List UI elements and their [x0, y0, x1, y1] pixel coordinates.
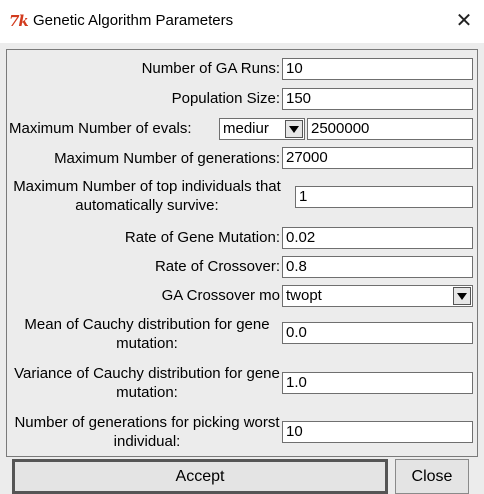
close-icon[interactable]: ✕ — [452, 8, 476, 32]
cauchy-variance-label: Variance of Cauchy distribution for gene… — [14, 365, 280, 401]
population-size-label: Population Size: — [171, 90, 280, 107]
crossover-rate-label: Rate of Crossover: — [154, 258, 280, 275]
ga-runs-field[interactable]: 10 — [282, 58, 473, 80]
chevron-down-icon[interactable] — [285, 120, 303, 138]
window-title: Genetic Algorithm Parameters — [33, 12, 234, 29]
crossover-mode-value: twopt — [286, 287, 322, 304]
top-survive-field[interactable]: 1 — [295, 186, 473, 208]
top-survive-label: Maximum Number of top individuals that a… — [13, 178, 281, 214]
cauchy-mean-field[interactable]: 0.0 — [282, 322, 473, 344]
title-bar: 7k Genetic Algorithm Parameters ✕ — [0, 0, 484, 43]
tk-icon: 7k — [9, 12, 29, 30]
max-generations-field[interactable]: 27000 — [282, 147, 473, 169]
max-evals-field[interactable]: 2500000 — [307, 118, 473, 140]
population-size-field[interactable]: 150 — [282, 88, 473, 110]
crossover-mode-select[interactable]: twopt — [282, 285, 473, 307]
ga-runs-label: Number of GA Runs: — [141, 60, 280, 77]
cauchy-variance-field[interactable]: 1.0 — [282, 372, 473, 394]
accept-button[interactable]: Accept — [12, 459, 388, 494]
mutation-rate-label: Rate of Gene Mutation: — [124, 229, 280, 246]
crossover-rate-field[interactable]: 0.8 — [282, 256, 473, 278]
crossover-mode-label: GA Crossover mo — [161, 287, 280, 304]
close-button[interactable]: Close — [395, 459, 469, 494]
mutation-rate-field[interactable]: 0.02 — [282, 227, 473, 249]
cauchy-mean-label: Mean of Cauchy distribution for gene mut… — [24, 316, 270, 352]
max-evals-mode-select[interactable]: mediur — [219, 118, 305, 140]
chevron-down-icon[interactable] — [453, 287, 471, 305]
max-evals-label: Maximum Number of evals: — [9, 120, 192, 137]
max-evals-mode-value: mediur — [223, 120, 269, 137]
max-generations-label: Maximum Number of generations: — [54, 150, 280, 167]
worst-generations-label: Number of generations for picking worst … — [14, 414, 280, 450]
worst-generations-field[interactable]: 10 — [282, 421, 473, 443]
